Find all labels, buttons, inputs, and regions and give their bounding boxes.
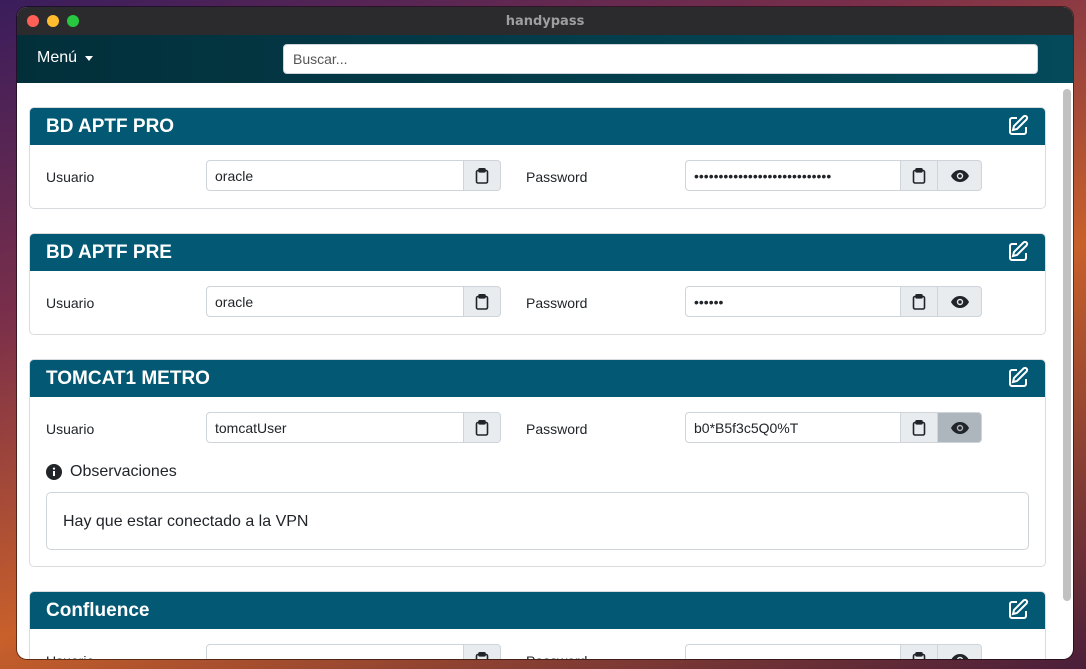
- password-input-group: [685, 412, 982, 443]
- clipboard-icon: [475, 651, 489, 659]
- title-bar: handypass: [17, 7, 1073, 35]
- user-field[interactable]: [206, 160, 464, 191]
- clipboard-icon: [475, 293, 489, 310]
- info-circle-icon: [46, 464, 62, 480]
- close-window-button[interactable]: [27, 15, 39, 27]
- user-label: Usuario: [46, 169, 95, 185]
- menu-dropdown-button[interactable]: Menú: [37, 49, 94, 67]
- card-title: TOMCAT1 METRO: [46, 367, 210, 389]
- password-field[interactable]: [685, 644, 901, 659]
- edit-icon[interactable]: [1006, 114, 1030, 138]
- clipboard-icon: [912, 651, 926, 659]
- user-label: Usuario: [46, 421, 95, 437]
- clipboard-icon: [912, 167, 926, 184]
- clipboard-icon: [912, 419, 926, 436]
- card-header: BD APTF PRE: [30, 234, 1045, 271]
- copy-user-button[interactable]: [464, 644, 501, 659]
- minimize-window-button[interactable]: [47, 15, 59, 27]
- maximize-window-button[interactable]: [67, 15, 79, 27]
- clipboard-icon: [912, 293, 926, 310]
- credentials-row: Usuario Password: [30, 271, 1045, 334]
- app-window: handypass Menú BD APTF PRO Usuario: [17, 7, 1073, 659]
- password-label: Password: [526, 295, 588, 311]
- password-input-group: [685, 286, 982, 317]
- edit-icon[interactable]: [1006, 366, 1030, 390]
- user-input-group: [206, 286, 501, 317]
- user-input-group: [206, 160, 501, 191]
- copy-password-button[interactable]: [901, 160, 938, 191]
- credentials-row: Usuario Password: [30, 397, 1045, 566]
- password-input-group: [685, 644, 982, 659]
- password-list: BD APTF PRO Usuario Password: [17, 83, 1057, 659]
- password-label: Password: [526, 653, 587, 659]
- copy-password-button[interactable]: [901, 412, 938, 443]
- password-card: TOMCAT1 METRO Usuario Password: [29, 359, 1046, 567]
- password-field[interactable]: [685, 160, 901, 191]
- copy-password-button[interactable]: [901, 644, 938, 659]
- edit-icon[interactable]: [1006, 598, 1030, 622]
- observations-heading: Observaciones: [46, 463, 177, 481]
- eye-icon: [950, 169, 969, 182]
- eye-icon: [950, 421, 969, 434]
- user-input-group: [206, 412, 501, 443]
- show-password-button[interactable]: [938, 160, 982, 191]
- clipboard-icon: [475, 167, 489, 184]
- password-label: Password: [526, 169, 588, 185]
- user-field[interactable]: [206, 286, 464, 317]
- caret-down-icon: [85, 55, 94, 61]
- show-password-button[interactable]: [938, 412, 982, 443]
- password-field[interactable]: [685, 286, 901, 317]
- card-header: Confluence: [30, 592, 1045, 629]
- password-card: BD APTF PRE Usuario Password: [29, 233, 1046, 335]
- card-title: BD APTF PRO: [46, 115, 175, 137]
- observations-text: Hay que estar conectado a la VPN: [46, 492, 1029, 550]
- password-card: BD APTF PRO Usuario Password: [29, 107, 1046, 209]
- card-title: BD APTF PRE: [46, 241, 172, 263]
- user-label: Usuario: [46, 295, 95, 311]
- user-input-group: [206, 644, 501, 659]
- show-password-button[interactable]: [938, 286, 982, 317]
- user-label: Usuario: [46, 653, 94, 659]
- vertical-scrollbar[interactable]: [1063, 89, 1071, 601]
- clipboard-icon: [475, 419, 489, 436]
- eye-icon: [950, 653, 969, 659]
- eye-icon: [950, 295, 969, 308]
- card-header: TOMCAT1 METRO: [30, 360, 1045, 397]
- password-field[interactable]: [685, 412, 901, 443]
- edit-icon[interactable]: [1006, 240, 1030, 264]
- window-title: handypass: [505, 13, 585, 29]
- show-password-button[interactable]: [938, 644, 982, 659]
- navbar: Menú: [17, 35, 1073, 83]
- password-input-group: [685, 160, 982, 191]
- copy-user-button[interactable]: [464, 286, 501, 317]
- user-field[interactable]: [206, 412, 464, 443]
- credentials-row: Usuario Password: [30, 145, 1045, 208]
- search-input[interactable]: [283, 44, 1038, 74]
- copy-user-button[interactable]: [464, 412, 501, 443]
- credentials-row: Usuario Password: [30, 629, 1045, 659]
- window-controls: [27, 15, 79, 27]
- copy-user-button[interactable]: [464, 160, 501, 191]
- copy-password-button[interactable]: [901, 286, 938, 317]
- observations-label: Observaciones: [70, 463, 177, 480]
- password-card: Confluence Usuario Password: [29, 591, 1046, 659]
- user-field[interactable]: [206, 644, 464, 659]
- password-label: Password: [526, 421, 588, 437]
- card-header: BD APTF PRO: [30, 108, 1045, 145]
- card-title: Confluence: [46, 599, 150, 621]
- menu-label: Menú: [37, 49, 78, 66]
